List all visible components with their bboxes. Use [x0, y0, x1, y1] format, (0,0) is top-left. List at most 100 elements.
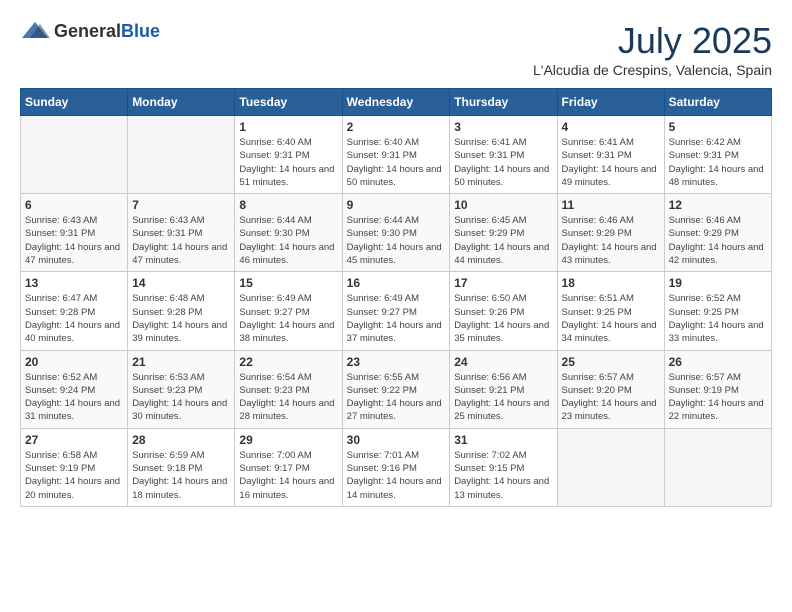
- daylight-text: Daylight: 14 hours and 38 minutes.: [239, 319, 337, 346]
- sunset-text: Sunset: 9:23 PM: [132, 384, 230, 397]
- daylight-text: Daylight: 14 hours and 30 minutes.: [132, 397, 230, 424]
- daylight-text: Daylight: 14 hours and 13 minutes.: [454, 475, 552, 502]
- sunset-text: Sunset: 9:20 PM: [562, 384, 660, 397]
- day-number: 29: [239, 433, 337, 447]
- day-info: Sunrise: 6:52 AMSunset: 9:24 PMDaylight:…: [25, 371, 123, 424]
- sunrise-text: Sunrise: 6:41 AM: [454, 136, 552, 149]
- day-info: Sunrise: 6:41 AMSunset: 9:31 PMDaylight:…: [454, 136, 552, 189]
- sunset-text: Sunset: 9:29 PM: [562, 227, 660, 240]
- day-number: 12: [669, 198, 767, 212]
- calendar-cell: 30Sunrise: 7:01 AMSunset: 9:16 PMDayligh…: [342, 428, 450, 506]
- daylight-text: Daylight: 14 hours and 51 minutes.: [239, 163, 337, 190]
- calendar-cell: 21 Sunrise: 6:53 AMSunset: 9:23 PMDayligh…: [128, 350, 235, 428]
- sunset-text: Sunset: 9:28 PM: [25, 306, 123, 319]
- daylight-text: Daylight: 14 hours and 37 minutes.: [347, 319, 446, 346]
- day-number: 13: [25, 276, 123, 290]
- day-number: 9: [347, 198, 446, 212]
- calendar-cell: [128, 116, 235, 194]
- day-info: Sunrise: 6:53 AMSunset: 9:23 PMDaylight:…: [132, 371, 230, 424]
- day-info: Sunrise: 6:54 AMSunset: 9:23 PMDaylight:…: [239, 371, 337, 424]
- day-info: Sunrise: 6:44 AMSunset: 9:30 PMDaylight:…: [347, 214, 446, 267]
- day-number: 11: [562, 198, 660, 212]
- sunrise-text: Sunrise: 6:49 AM: [347, 292, 446, 305]
- day-number: 27: [25, 433, 123, 447]
- day-number: 18: [562, 276, 660, 290]
- sunrise-text: Sunrise: 7:01 AM: [347, 449, 446, 462]
- day-number: 16: [347, 276, 446, 290]
- daylight-text: Daylight: 14 hours and 27 minutes.: [347, 397, 446, 424]
- sunset-text: Sunset: 9:31 PM: [454, 149, 552, 162]
- calendar-table: SundayMondayTuesdayWednesdayThursdayFrid…: [20, 88, 772, 507]
- sunset-text: Sunset: 9:19 PM: [25, 462, 123, 475]
- day-number: 17: [454, 276, 552, 290]
- sunrise-text: Sunrise: 6:46 AM: [562, 214, 660, 227]
- day-number: 5: [669, 120, 767, 134]
- day-info: Sunrise: 6:51 AMSunset: 9:25 PMDaylight:…: [562, 292, 660, 345]
- day-info: Sunrise: 6:40 AMSunset: 9:31 PMDaylight:…: [239, 136, 337, 189]
- sunrise-text: Sunrise: 6:56 AM: [454, 371, 552, 384]
- calendar-cell: 19Sunrise: 6:52 AMSunset: 9:25 PMDayligh…: [664, 272, 771, 350]
- day-info: Sunrise: 6:42 AMSunset: 9:31 PMDaylight:…: [669, 136, 767, 189]
- sunset-text: Sunset: 9:18 PM: [132, 462, 230, 475]
- calendar-cell: 3Sunrise: 6:41 AMSunset: 9:31 PMDaylight…: [450, 116, 557, 194]
- day-info: Sunrise: 6:52 AMSunset: 9:25 PMDaylight:…: [669, 292, 767, 345]
- day-info: Sunrise: 6:48 AMSunset: 9:28 PMDaylight:…: [132, 292, 230, 345]
- sunset-text: Sunset: 9:31 PM: [562, 149, 660, 162]
- daylight-text: Daylight: 14 hours and 40 minutes.: [25, 319, 123, 346]
- day-info: Sunrise: 7:02 AMSunset: 9:15 PMDaylight:…: [454, 449, 552, 502]
- calendar-cell: 14Sunrise: 6:48 AMSunset: 9:28 PMDayligh…: [128, 272, 235, 350]
- day-number: 6: [25, 198, 123, 212]
- calendar-cell: [21, 116, 128, 194]
- sunset-text: Sunset: 9:31 PM: [347, 149, 446, 162]
- sunset-text: Sunset: 9:22 PM: [347, 384, 446, 397]
- calendar-cell: 18 Sunrise: 6:51 AMSunset: 9:25 PMDayligh…: [557, 272, 664, 350]
- sunrise-text: Sunrise: 6:54 AM: [239, 371, 337, 384]
- daylight-text: Daylight: 14 hours and 33 minutes.: [669, 319, 767, 346]
- day-info: Sunrise: 7:01 AMSunset: 9:16 PMDaylight:…: [347, 449, 446, 502]
- sunset-text: Sunset: 9:27 PM: [347, 306, 446, 319]
- calendar-cell: 11Sunrise: 6:46 AMSunset: 9:29 PMDayligh…: [557, 194, 664, 272]
- weekday-header-row: SundayMondayTuesdayWednesdayThursdayFrid…: [21, 89, 772, 116]
- calendar-cell: [557, 428, 664, 506]
- sunrise-text: Sunrise: 6:57 AM: [562, 371, 660, 384]
- day-number: 7: [132, 198, 230, 212]
- daylight-text: Daylight: 14 hours and 31 minutes.: [25, 397, 123, 424]
- calendar-cell: 5 Sunrise: 6:42 AMSunset: 9:31 PMDaylight…: [664, 116, 771, 194]
- day-number: 21: [132, 355, 230, 369]
- sunset-text: Sunset: 9:15 PM: [454, 462, 552, 475]
- logo: GeneralBlue: [20, 20, 160, 42]
- day-info: Sunrise: 6:50 AMSunset: 9:26 PMDaylight:…: [454, 292, 552, 345]
- month-title: July 2025: [533, 20, 772, 62]
- sunset-text: Sunset: 9:29 PM: [454, 227, 552, 240]
- sunset-text: Sunset: 9:31 PM: [25, 227, 123, 240]
- day-number: 28: [132, 433, 230, 447]
- day-number: 2: [347, 120, 446, 134]
- sunrise-text: Sunrise: 6:43 AM: [25, 214, 123, 227]
- week-row-3: 13Sunrise: 6:47 AMSunset: 9:28 PMDayligh…: [21, 272, 772, 350]
- sunrise-text: Sunrise: 6:40 AM: [347, 136, 446, 149]
- day-info: Sunrise: 6:43 AMSunset: 9:31 PMDaylight:…: [25, 214, 123, 267]
- weekday-header-friday: Friday: [557, 89, 664, 116]
- day-info: Sunrise: 6:57 AMSunset: 9:19 PMDaylight:…: [669, 371, 767, 424]
- sunrise-text: Sunrise: 6:55 AM: [347, 371, 446, 384]
- daylight-text: Daylight: 14 hours and 23 minutes.: [562, 397, 660, 424]
- sunset-text: Sunset: 9:31 PM: [132, 227, 230, 240]
- week-row-1: 1Sunrise: 6:40 AMSunset: 9:31 PMDaylight…: [21, 116, 772, 194]
- sunrise-text: Sunrise: 6:53 AM: [132, 371, 230, 384]
- weekday-header-sunday: Sunday: [21, 89, 128, 116]
- sunset-text: Sunset: 9:16 PM: [347, 462, 446, 475]
- calendar-cell: 15Sunrise: 6:49 AMSunset: 9:27 PMDayligh…: [235, 272, 342, 350]
- sunset-text: Sunset: 9:17 PM: [239, 462, 337, 475]
- sunset-text: Sunset: 9:23 PM: [239, 384, 337, 397]
- location-subtitle: L'Alcudia de Crespins, Valencia, Spain: [533, 62, 772, 78]
- calendar-cell: 17 Sunrise: 6:50 AMSunset: 9:26 PMDayligh…: [450, 272, 557, 350]
- title-area: July 2025 L'Alcudia de Crespins, Valenci…: [533, 20, 772, 78]
- calendar-cell: 20Sunrise: 6:52 AMSunset: 9:24 PMDayligh…: [21, 350, 128, 428]
- daylight-text: Daylight: 14 hours and 39 minutes.: [132, 319, 230, 346]
- calendar-cell: 1Sunrise: 6:40 AMSunset: 9:31 PMDaylight…: [235, 116, 342, 194]
- daylight-text: Daylight: 14 hours and 42 minutes.: [669, 241, 767, 268]
- sunrise-text: Sunrise: 6:44 AM: [239, 214, 337, 227]
- daylight-text: Daylight: 14 hours and 35 minutes.: [454, 319, 552, 346]
- day-info: Sunrise: 6:43 AMSunset: 9:31 PMDaylight:…: [132, 214, 230, 267]
- weekday-header-wednesday: Wednesday: [342, 89, 450, 116]
